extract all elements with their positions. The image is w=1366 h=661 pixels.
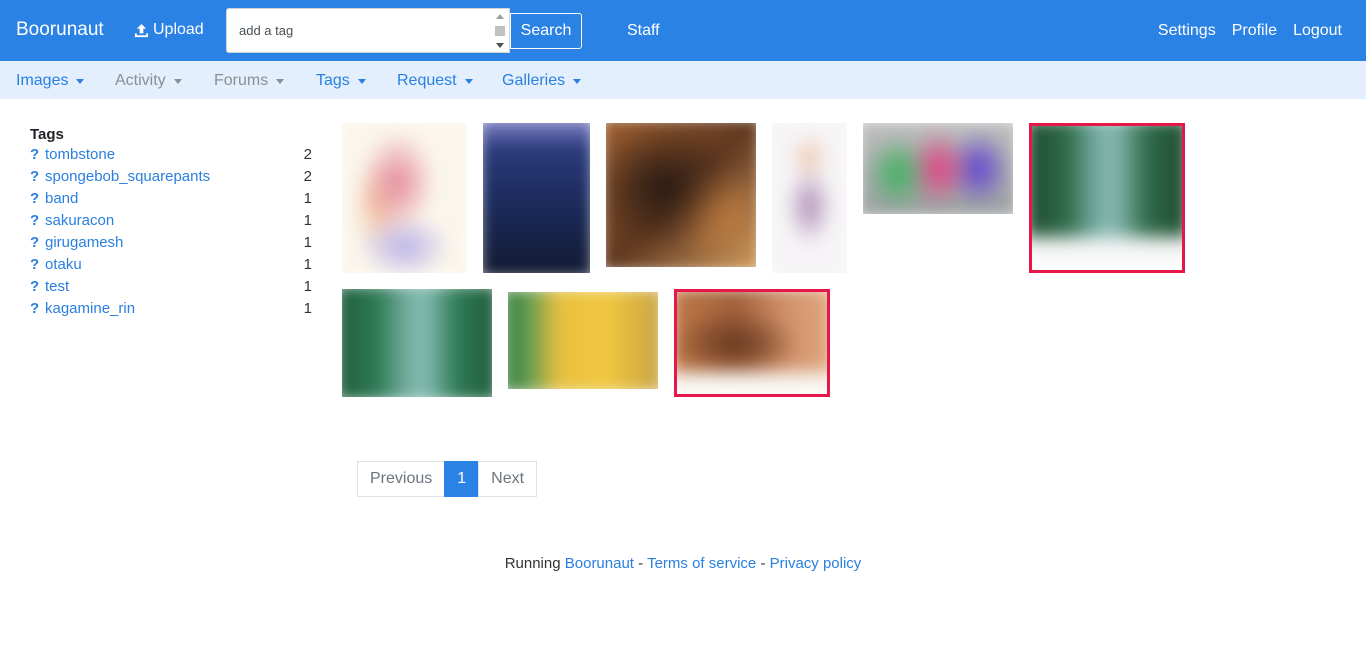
tag-count: 1	[303, 300, 312, 317]
nav-request-label: Request	[397, 72, 457, 89]
image-thumbnail[interactable]	[342, 123, 467, 273]
staff-link[interactable]: Staff	[627, 22, 660, 40]
previous-page-button[interactable]: Previous	[357, 461, 446, 497]
tag-count: 1	[303, 278, 312, 295]
nav-forums-label: Forums	[214, 72, 269, 89]
upload-link[interactable]: Upload	[134, 21, 204, 39]
footer-separator: -	[638, 555, 644, 572]
tags-sidebar: Tags ? tombstone 2 ? spongebob_squarepants 2…	[30, 126, 312, 322]
terms-of-service-link[interactable]: Terms of service	[647, 555, 756, 572]
image-thumbnail[interactable]	[508, 292, 658, 389]
image-thumbnail[interactable]	[342, 289, 492, 397]
search-scrollbar[interactable]	[493, 12, 507, 49]
tag-count: 1	[303, 190, 312, 207]
nav-galleries[interactable]: Galleries	[502, 72, 582, 90]
tag-help-icon[interactable]: ?	[30, 146, 39, 163]
tag-count: 1	[303, 256, 312, 273]
tag-count: 2	[303, 168, 312, 185]
image-thumbnail[interactable]	[863, 123, 1013, 214]
image-thumbnail-selected[interactable]	[674, 289, 830, 397]
tag-help-icon[interactable]: ?	[30, 278, 39, 295]
tag-row: ? tombstone 2	[30, 146, 312, 168]
nav-activity[interactable]: Activity	[115, 72, 182, 90]
tag-row: ? spongebob_squarepants 2	[30, 168, 312, 190]
nav-galleries-label: Galleries	[502, 72, 566, 89]
upload-icon	[134, 23, 149, 37]
tag-count: 1	[303, 234, 312, 251]
image-thumbnail[interactable]	[483, 123, 590, 273]
search-box	[226, 8, 510, 53]
scroll-down-icon[interactable]	[496, 43, 504, 48]
scroll-thumb[interactable]	[495, 26, 505, 36]
next-page-button[interactable]: Next	[478, 461, 538, 497]
footer-separator: -	[760, 555, 766, 572]
tag-link[interactable]: band	[45, 190, 78, 207]
search-button[interactable]: Search	[510, 13, 582, 49]
brand-link[interactable]: Boorunaut	[16, 19, 104, 41]
chevron-down-icon	[464, 79, 473, 84]
footer: Running Boorunaut - Terms of service - P…	[0, 555, 1366, 572]
chevron-down-icon	[76, 79, 85, 84]
upload-label: Upload	[153, 21, 204, 38]
nav-request[interactable]: Request	[397, 72, 473, 90]
image-thumbnail[interactable]	[606, 123, 756, 267]
chevron-down-icon	[573, 79, 582, 84]
tag-help-icon[interactable]: ?	[30, 168, 39, 185]
tag-row: ? kagamine_rin 1	[30, 300, 312, 322]
account-links: Settings Profile Logout	[1158, 22, 1342, 40]
tag-help-icon[interactable]: ?	[30, 190, 39, 207]
nav-images[interactable]: Images	[16, 72, 85, 90]
tag-row: ? otaku 1	[30, 256, 312, 278]
tag-link[interactable]: spongebob_squarepants	[45, 168, 210, 185]
tag-count: 2	[303, 146, 312, 163]
tag-link[interactable]: kagamine_rin	[45, 300, 135, 317]
chevron-down-icon	[357, 79, 366, 84]
privacy-policy-link[interactable]: Privacy policy	[770, 555, 862, 572]
tag-help-icon[interactable]: ?	[30, 256, 39, 273]
logout-link[interactable]: Logout	[1293, 22, 1342, 40]
nav-activity-label: Activity	[115, 72, 166, 89]
nav-tags[interactable]: Tags	[316, 72, 366, 90]
search-input[interactable]	[227, 9, 489, 52]
current-page-button[interactable]: 1	[444, 461, 480, 497]
pagination: Previous 1 Next	[357, 461, 538, 497]
image-thumbnail[interactable]	[772, 123, 847, 273]
tag-row: ? girugamesh 1	[30, 234, 312, 256]
tag-count: 1	[303, 212, 312, 229]
chevron-down-icon	[173, 79, 182, 84]
footer-brand-link[interactable]: Boorunaut	[565, 555, 634, 572]
tag-link[interactable]: test	[45, 278, 69, 295]
settings-link[interactable]: Settings	[1158, 22, 1216, 40]
tag-link[interactable]: otaku	[45, 256, 82, 273]
sidebar-title: Tags	[30, 126, 64, 143]
tag-help-icon[interactable]: ?	[30, 212, 39, 229]
nav-tags-label: Tags	[316, 72, 350, 89]
top-navbar: Boorunaut Upload Search Staff Settings P…	[0, 0, 1366, 61]
tag-link[interactable]: tombstone	[45, 146, 115, 163]
nav-forums[interactable]: Forums	[214, 72, 285, 90]
tag-help-icon[interactable]: ?	[30, 300, 39, 317]
profile-link[interactable]: Profile	[1232, 22, 1277, 40]
nav-images-label: Images	[16, 72, 69, 89]
secondary-navbar: Images Activity Forums Tags Request Gall…	[0, 61, 1366, 99]
scroll-up-icon[interactable]	[496, 14, 504, 19]
tag-row: ? sakuracon 1	[30, 212, 312, 234]
tag-row: ? band 1	[30, 190, 312, 212]
image-thumbnail-selected[interactable]	[1029, 123, 1185, 273]
footer-prefix: Running	[504, 555, 561, 572]
tag-link[interactable]: sakuracon	[45, 212, 114, 229]
tag-help-icon[interactable]: ?	[30, 234, 39, 251]
tag-link[interactable]: girugamesh	[45, 234, 123, 251]
tag-row: ? test 1	[30, 278, 312, 300]
chevron-down-icon	[276, 79, 285, 84]
